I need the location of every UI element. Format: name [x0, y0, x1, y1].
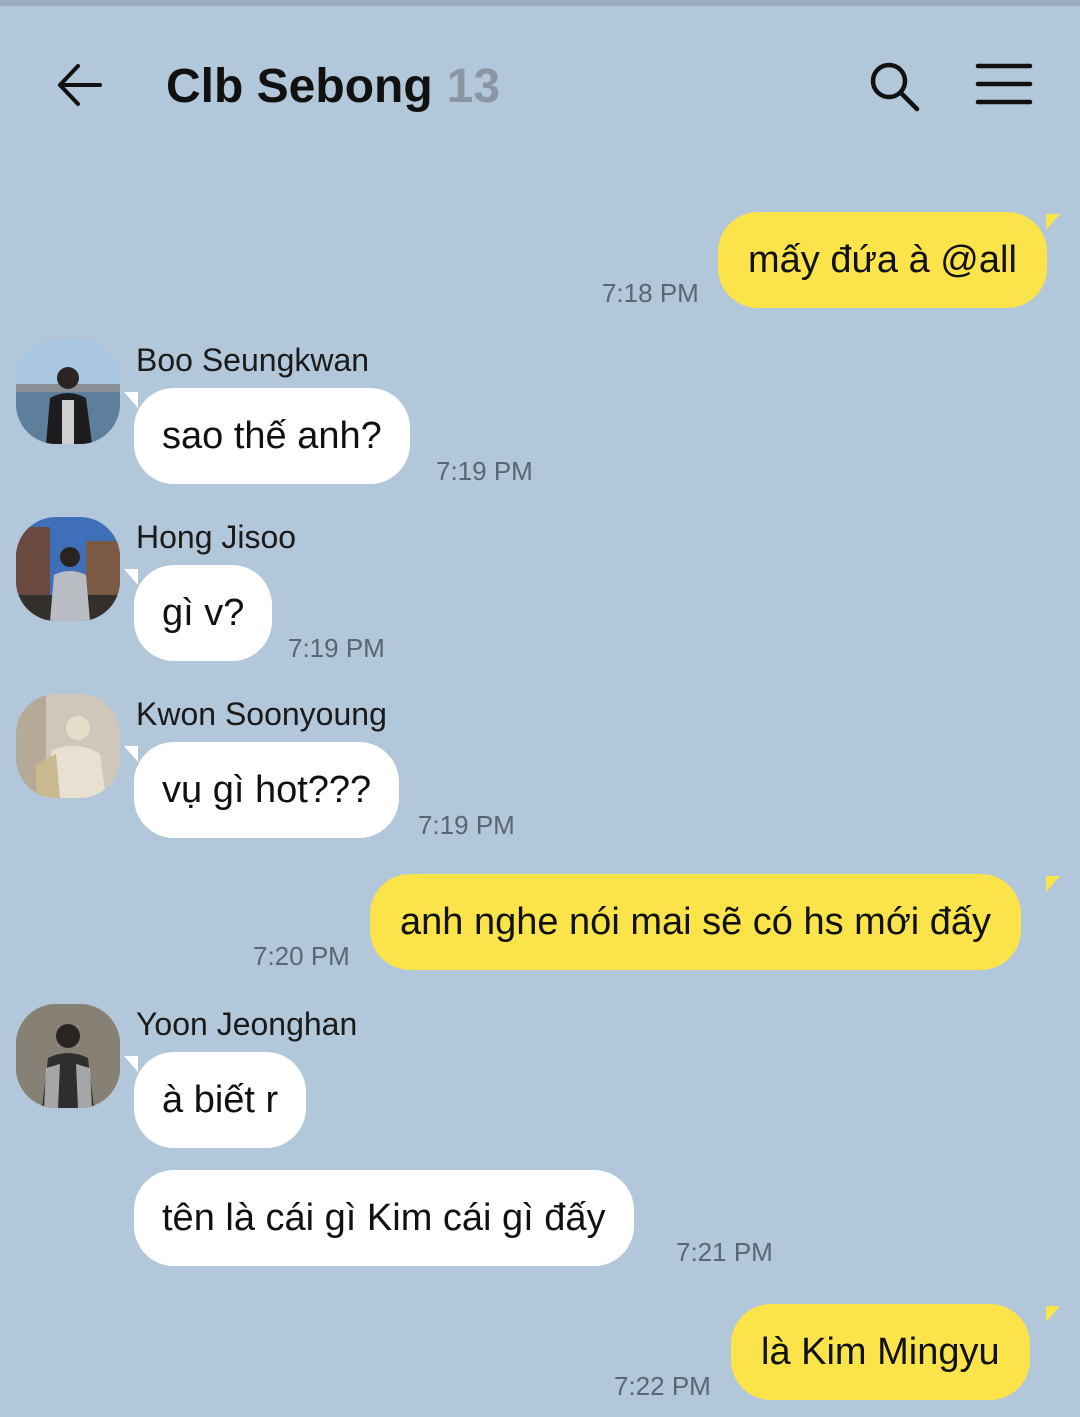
- avatar[interactable]: [16, 517, 120, 621]
- message-text: vụ gì hot???: [162, 769, 372, 811]
- message-text: mấy đứa à @all: [748, 239, 1017, 281]
- sender-name: Kwon Soonyoung: [136, 696, 387, 732]
- incoming-message-bubble[interactable]: tên là cái gì Kim cái gì đấy: [134, 1170, 634, 1266]
- bubble-tail: [124, 746, 138, 762]
- bubble-tail: [124, 392, 138, 408]
- avatar-photo: [16, 517, 120, 621]
- avatar-photo: [16, 1004, 120, 1108]
- message-time: 7:19 PM: [288, 633, 385, 663]
- sender-name: Yoon Jeonghan: [136, 1006, 358, 1042]
- message-time: 7:19 PM: [418, 810, 515, 840]
- avatar[interactable]: [16, 340, 120, 444]
- incoming-message-bubble[interactable]: à biết r: [134, 1052, 307, 1148]
- message-text: anh nghe nói mai sẽ có hs mới đấy: [400, 901, 992, 943]
- outgoing-message-bubble[interactable]: là Kim Mingyu: [731, 1304, 1030, 1400]
- bubble-tail: [124, 569, 138, 585]
- incoming-message-bubble[interactable]: gì v?: [134, 565, 273, 661]
- sender-name: Boo Seungkwan: [136, 342, 370, 378]
- message-text: tên là cái gì Kim cái gì đấy: [162, 1197, 606, 1239]
- message-text: sao thế anh?: [162, 415, 382, 457]
- bubble-tail: [1046, 876, 1060, 892]
- outgoing-message-bubble[interactable]: mấy đứa à @all: [718, 212, 1047, 308]
- avatar-photo: [16, 340, 120, 444]
- incoming-message-bubble[interactable]: sao thế anh?: [134, 388, 410, 484]
- message-time: 7:20 PM: [253, 941, 350, 971]
- message-time: 7:21 PM: [676, 1237, 773, 1267]
- sender-name: Hong Jisoo: [136, 519, 297, 555]
- avatar-photo: [16, 694, 120, 798]
- incoming-message-bubble[interactable]: vụ gì hot???: [134, 742, 400, 838]
- message-list[interactable]: 7:18 PM mấy đứa à @all Boo Seungkwan sao…: [0, 0, 1080, 1417]
- message-time: 7:18 PM: [602, 278, 699, 308]
- avatar[interactable]: [16, 1004, 120, 1108]
- avatar[interactable]: [16, 694, 120, 798]
- outgoing-message-bubble[interactable]: anh nghe nói mai sẽ có hs mới đấy: [370, 874, 1022, 970]
- bubble-tail: [124, 1056, 138, 1072]
- message-text: gì v?: [162, 592, 245, 634]
- message-text: à biết r: [162, 1079, 279, 1121]
- message-text: là Kim Mingyu: [761, 1331, 1000, 1373]
- bubble-tail: [1046, 214, 1060, 230]
- message-time: 7:22 PM: [614, 1371, 711, 1401]
- message-time: 7:19 PM: [436, 456, 533, 486]
- bubble-tail: [1046, 1306, 1060, 1322]
